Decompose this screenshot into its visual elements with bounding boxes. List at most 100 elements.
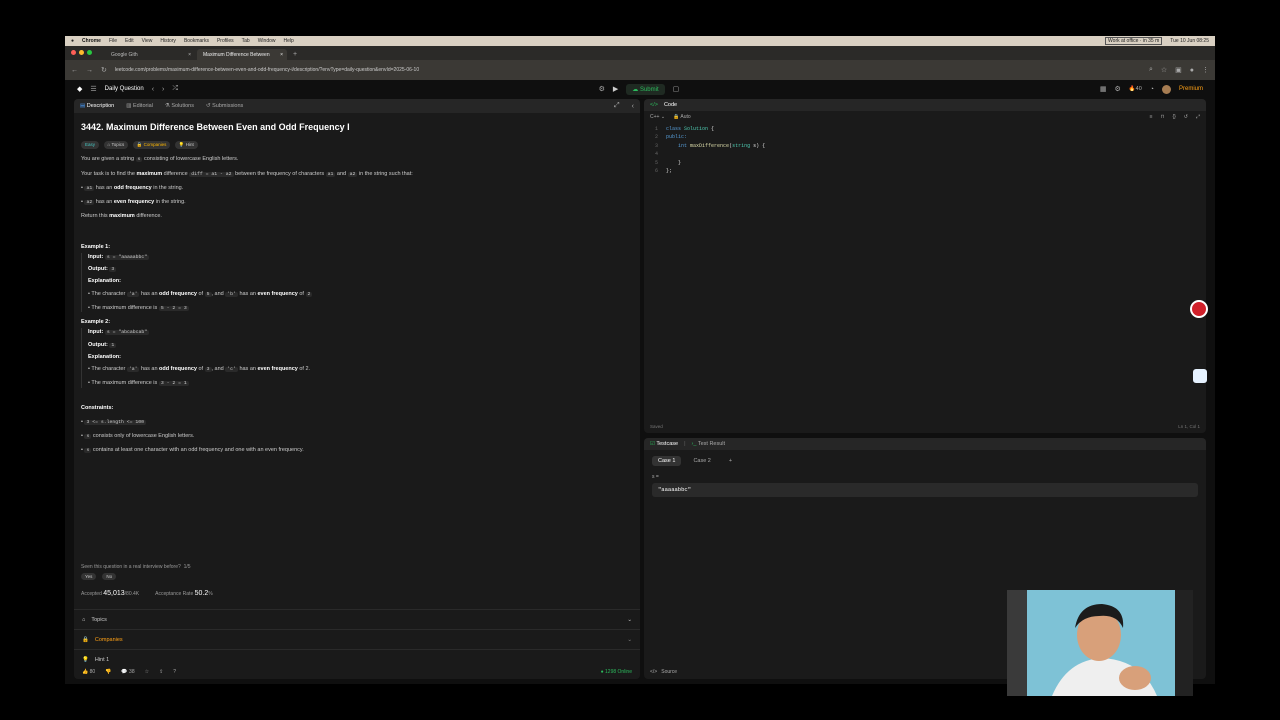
submit-button[interactable]: ☁ Submit <box>626 83 665 95</box>
prev-problem-icon[interactable]: ‹ <box>152 86 154 93</box>
rate-label: Acceptance Rate <box>155 591 194 597</box>
problem-description: 3442. Maximum Difference Between Even an… <box>74 113 640 469</box>
close-tab-icon[interactable]: × <box>188 52 191 58</box>
notifications-icon[interactable]: ◔ <box>1150 86 1154 93</box>
add-case-icon[interactable]: + <box>723 456 738 466</box>
thumbs-down-icon[interactable]: 👎 <box>105 669 111 675</box>
back-icon[interactable]: ← <box>71 67 78 74</box>
case-1-tab[interactable]: Case 1 <box>652 456 682 466</box>
premium-link[interactable]: Premium <box>1179 86 1203 92</box>
tab-editorial[interactable]: ▥ Editorial <box>126 103 153 109</box>
tab-solutions[interactable]: ⚗ Solutions <box>165 103 194 109</box>
reload-icon[interactable]: ↻ <box>101 66 107 74</box>
case-2-tab[interactable]: Case 2 <box>687 456 716 466</box>
accordion-companies[interactable]: 🔒 Companies ⌄ <box>74 629 640 649</box>
inline-code: a2 <box>84 200 95 205</box>
url-field[interactable]: leetcode.com/problems/maximum-difference… <box>115 67 1141 73</box>
menu-file[interactable]: File <box>109 38 117 44</box>
debug-icon[interactable]: ⚙ <box>599 85 605 93</box>
browser-tab-google[interactable]: Google Gith × <box>105 49 195 60</box>
tab-description[interactable]: ▤ Description <box>80 103 114 109</box>
like-button[interactable]: 👍 80 <box>82 669 95 675</box>
new-tab-icon[interactable]: + <box>289 51 301 60</box>
hint-tag[interactable]: 💡 Hint <box>174 140 198 150</box>
share-icon[interactable]: ⇪ <box>159 669 163 675</box>
settings-icon[interactable]: ⚙ <box>1115 85 1121 93</box>
shuffle-icon[interactable]: ⤮ <box>172 85 178 93</box>
menu-edit[interactable]: Edit <box>125 38 134 44</box>
problem-list-icon[interactable]: ☰ <box>90 85 96 93</box>
bold-text: maximum <box>109 213 135 220</box>
menubar-clock[interactable]: Tue 10 Jun 08:25 <box>1170 38 1209 44</box>
bookmark-icon[interactable]: ⊓ <box>1161 114 1165 120</box>
notes-icon[interactable]: ▢ <box>673 85 680 93</box>
tag-label: Companies <box>143 141 167 147</box>
streak-counter[interactable]: 🔥40 <box>1129 86 1142 92</box>
calendar-status[interactable]: Work at office · in 35 m <box>1105 37 1163 45</box>
tag-label: Hint <box>185 141 194 147</box>
browser-tab-leetcode[interactable]: Maximum Difference Between × <box>197 49 287 60</box>
zoom-window-icon[interactable] <box>87 50 92 55</box>
reset-icon[interactable]: ↺ <box>1184 114 1188 120</box>
testcase-input[interactable]: "aaaaabbc" <box>652 483 1198 497</box>
menu-window[interactable]: Window <box>258 38 276 44</box>
inline-code: a1 <box>325 171 336 177</box>
leetcode-logo-icon[interactable]: ◆ <box>77 85 82 93</box>
close-window-icon[interactable] <box>71 50 76 55</box>
layout-icon[interactable]: ▦ <box>1100 85 1107 93</box>
expand-panel-icon[interactable]: ⤢ <box>614 102 620 110</box>
companies-tag[interactable]: 🔒 Companies <box>132 140 171 150</box>
profile-icon[interactable]: ● <box>1190 67 1194 74</box>
menu-tab[interactable]: Tab <box>242 38 250 44</box>
tab-submissions[interactable]: ↺ Submissions <box>206 103 243 109</box>
language-select[interactable]: C++ ⌄ <box>650 114 665 120</box>
menu-bookmarks[interactable]: Bookmarks <box>184 38 209 44</box>
label: Output: <box>88 341 108 348</box>
braces-icon[interactable]: {} <box>1172 114 1175 120</box>
apple-icon[interactable]: ● <box>71 38 74 44</box>
floating-blue-widget-icon[interactable] <box>1193 369 1207 383</box>
extensions-icon[interactable]: ▣ <box>1175 66 1182 74</box>
comments-button[interactable]: 💬 38 <box>121 669 134 675</box>
avatar[interactable] <box>1162 84 1171 94</box>
fullscreen-icon[interactable]: ⤢ <box>1196 114 1200 120</box>
menu-profiles[interactable]: Profiles <box>217 38 234 44</box>
text: of 2. <box>299 366 311 372</box>
tag-row: Easy ⌂ Topics 🔒 Companies 💡 Hint <box>81 140 633 150</box>
problem-title[interactable]: 3442. Maximum Difference Between Even an… <box>81 121 633 135</box>
no-button[interactable]: No <box>102 573 117 580</box>
bookmark-star-icon[interactable]: ☆ <box>1161 66 1167 74</box>
forward-icon[interactable]: → <box>86 67 93 74</box>
text: has an <box>141 366 158 372</box>
yes-button[interactable]: Yes <box>81 573 97 580</box>
accordion-topics[interactable]: ⌂ Topics ⌄ <box>74 609 640 629</box>
run-icon[interactable]: ▶ <box>613 85 618 93</box>
tab-test-result[interactable]: ›_ Test Result <box>692 441 726 447</box>
collapse-panel-icon[interactable]: ‹ <box>632 103 634 110</box>
next-problem-icon[interactable]: › <box>162 86 164 93</box>
source-label: Source <box>661 669 678 675</box>
text: Return this <box>81 213 108 220</box>
tab-testcase[interactable]: ☑ Testcase <box>650 441 678 447</box>
topics-tag[interactable]: ⌂ Topics <box>103 140 129 150</box>
menu-history[interactable]: History <box>160 38 176 44</box>
lock-icon: 🔒 <box>136 141 144 147</box>
floating-red-widget-icon[interactable] <box>1190 300 1208 318</box>
menu-kebab-icon[interactable]: ⋮ <box>1202 66 1209 74</box>
zoom-icon[interactable]: ⌕ <box>1149 66 1153 74</box>
menu-chrome[interactable]: Chrome <box>82 38 101 44</box>
menu-view[interactable]: View <box>142 38 153 44</box>
minimize-window-icon[interactable] <box>79 50 84 55</box>
menu-help[interactable]: Help <box>284 38 294 44</box>
daily-question-link[interactable]: Daily Question <box>105 86 144 92</box>
autocomplete-toggle[interactable]: 🔒 Auto <box>673 114 691 120</box>
inline-code: 2 <box>305 291 313 297</box>
star-icon[interactable]: ☆ <box>145 669 149 675</box>
chevron-down-icon: ⌄ <box>627 616 632 623</box>
help-icon[interactable]: ? <box>173 669 176 675</box>
bold-text: odd frequency <box>159 290 197 297</box>
code-editor[interactable]: 1 class Solution { 2 public: 3 int maxDiff… <box>644 123 1206 177</box>
text: The character <box>91 366 126 372</box>
close-tab-icon[interactable]: × <box>280 52 283 58</box>
format-icon[interactable]: ≡ <box>1150 114 1153 120</box>
